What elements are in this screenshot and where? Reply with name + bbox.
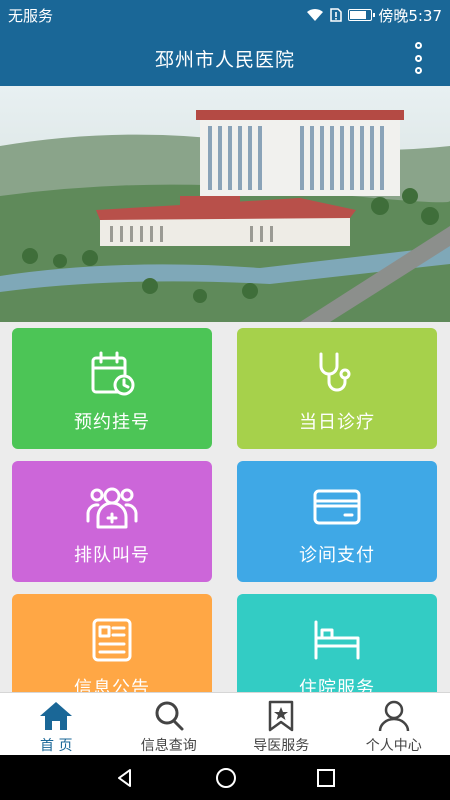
back-triangle-icon bbox=[118, 768, 131, 787]
battery-icon bbox=[348, 9, 376, 21]
home-circle-button[interactable] bbox=[215, 767, 237, 789]
inpatient-service-tile[interactable]: 住院服务 bbox=[237, 594, 437, 692]
clinic-payment-tile[interactable]: 诊间支付 bbox=[237, 461, 437, 582]
nav-personal-center[interactable]: 个人中心 bbox=[338, 693, 450, 755]
appointment-tile[interactable]: 预约挂号 bbox=[12, 328, 212, 449]
notice-label: 信息公告 bbox=[74, 678, 150, 692]
nav-info-query[interactable]: 信息查询 bbox=[113, 693, 226, 755]
home-circle-icon bbox=[216, 767, 236, 788]
status-bar: 无服务 傍晚5:37 bbox=[0, 0, 450, 30]
same-day-treatment-label: 当日诊疗 bbox=[299, 412, 375, 433]
calendar-clock-icon bbox=[91, 351, 135, 396]
queue-label: 排队叫号 bbox=[74, 545, 150, 566]
nav-home[interactable]: 首 页 bbox=[0, 693, 113, 755]
card-icon bbox=[313, 489, 361, 525]
hospital-banner-image bbox=[0, 86, 450, 322]
bed-icon bbox=[314, 620, 360, 660]
more-dot-icon bbox=[414, 54, 422, 62]
wifi-icon bbox=[307, 8, 324, 21]
status-icons: 傍晚5:37 bbox=[306, 5, 442, 26]
nav-home-label: 首 页 bbox=[40, 738, 73, 754]
app-header: 邳州市人民医院 bbox=[0, 30, 450, 86]
nav-info-query-label: 信息查询 bbox=[140, 738, 197, 754]
nav-personal-center-label: 个人中心 bbox=[365, 738, 422, 754]
inpatient-service-label: 住院服务 bbox=[299, 678, 375, 692]
search-icon bbox=[155, 701, 184, 731]
recents-square-icon bbox=[317, 768, 335, 787]
stethoscope-icon bbox=[319, 352, 351, 392]
system-nav-bar bbox=[0, 755, 450, 800]
service-tiles: 预约挂号 当日诊疗 排队叫号 诊间支付 信息公告 住院服务 bbox=[0, 322, 450, 692]
appointment-label: 预约挂号 bbox=[74, 412, 150, 433]
nav-guide-service-label: 导医服务 bbox=[253, 738, 310, 754]
notice-icon bbox=[92, 618, 132, 662]
person-icon bbox=[378, 700, 409, 732]
sim-alert-icon bbox=[330, 8, 343, 22]
nav-guide-service[interactable]: 导医服务 bbox=[225, 693, 338, 755]
more-dot-icon bbox=[414, 42, 422, 49]
home-icon bbox=[40, 702, 73, 730]
bottom-nav: 首 页 信息查询 导医服务 个人中心 bbox=[0, 692, 450, 755]
queue-people-icon bbox=[86, 487, 138, 529]
more-menu-button[interactable] bbox=[412, 42, 424, 74]
bookmark-star-icon bbox=[269, 700, 294, 732]
notice-tile[interactable]: 信息公告 bbox=[12, 594, 212, 692]
page-title: 邳州市人民医院 bbox=[154, 48, 295, 71]
more-dot-icon bbox=[414, 67, 422, 74]
status-time: 傍晚5:37 bbox=[378, 6, 442, 25]
back-button[interactable] bbox=[115, 768, 135, 788]
carrier-text: 无服务 bbox=[8, 6, 54, 25]
clinic-payment-label: 诊间支付 bbox=[299, 545, 375, 566]
same-day-treatment-tile[interactable]: 当日诊疗 bbox=[237, 328, 437, 449]
recents-button[interactable] bbox=[317, 768, 335, 787]
queue-tile[interactable]: 排队叫号 bbox=[12, 461, 212, 582]
